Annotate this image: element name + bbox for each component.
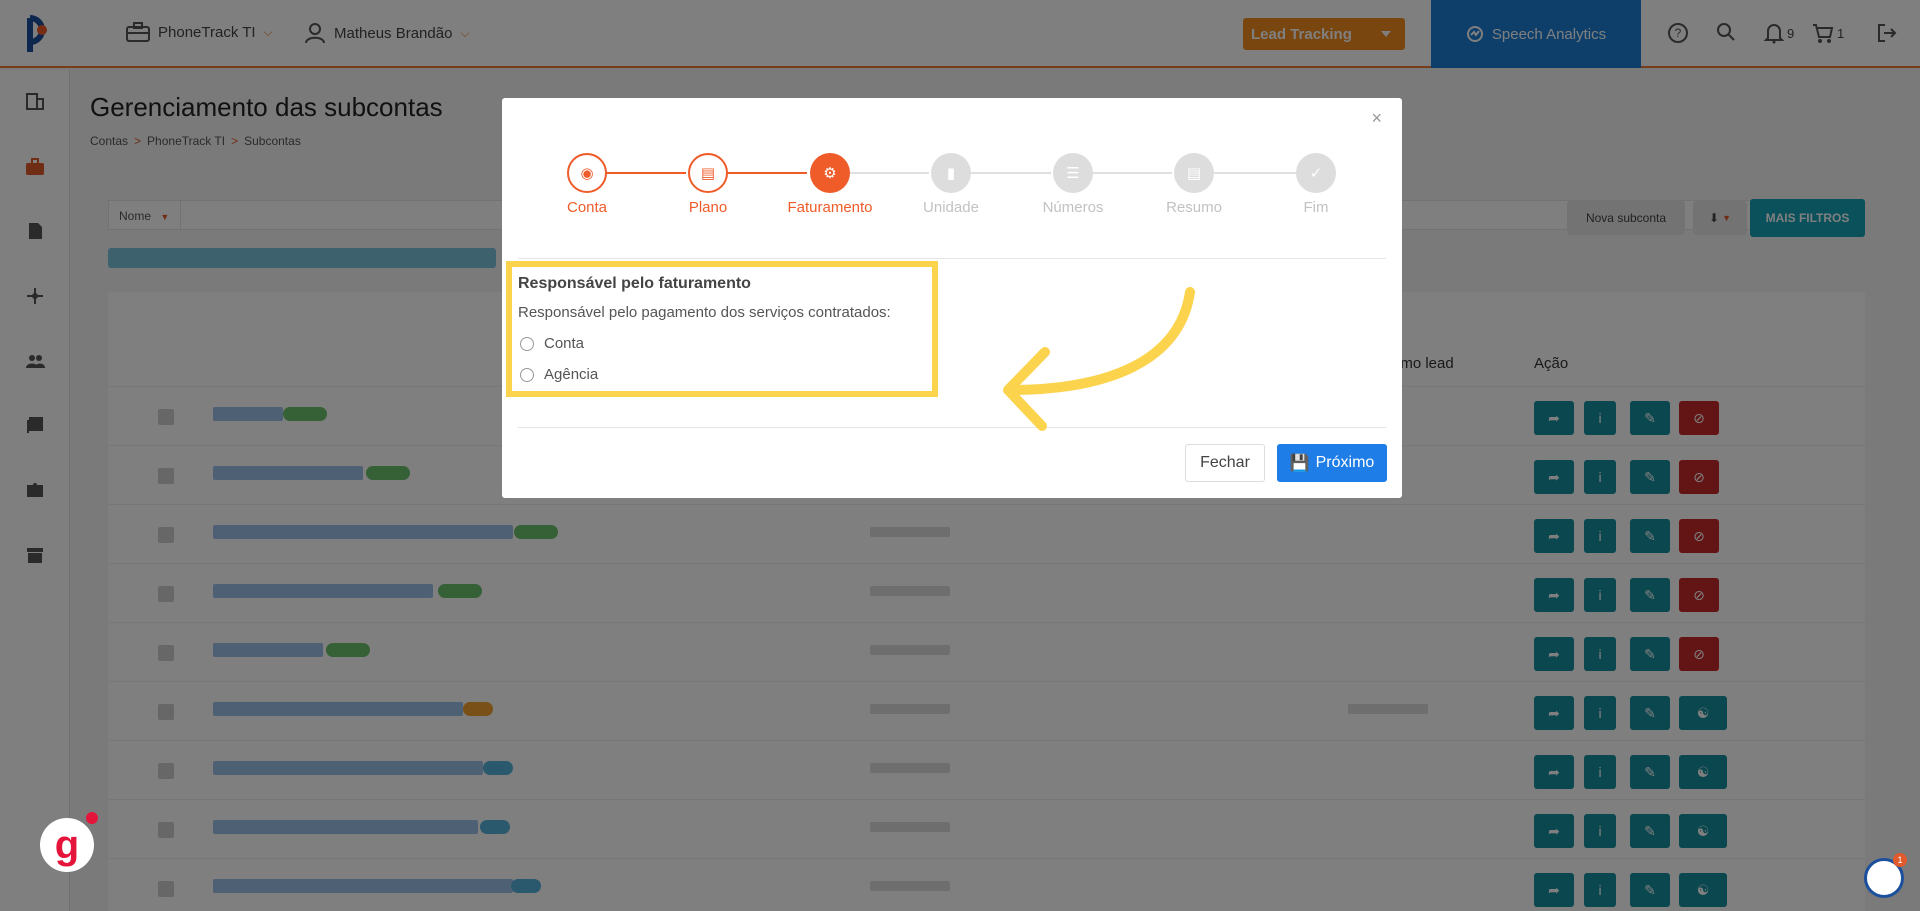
annotation-arrow-icon [1003, 287, 1195, 431]
step-label: Unidade [923, 199, 979, 216]
radio-conta[interactable]: Conta [520, 335, 584, 352]
divider [518, 258, 1386, 259]
building-icon: ▮ [931, 153, 971, 193]
proximo-label: Próximo [1315, 454, 1375, 471]
step-fim: ✓ Fim [1256, 153, 1376, 216]
document-icon: ▤ [1174, 153, 1214, 193]
step-label: Fim [1303, 199, 1329, 216]
section-description: Responsável pelo pagamento dos serviços … [518, 304, 891, 321]
radio-circle[interactable] [520, 367, 534, 382]
save-icon: 💾 [1289, 455, 1310, 472]
radio-label: Conta [544, 335, 585, 352]
step-resumo: ▤ Resumo [1134, 153, 1254, 216]
divider [518, 427, 1386, 428]
g-launcher-icon[interactable]: g [40, 818, 94, 872]
close-icon[interactable]: × [1371, 108, 1382, 129]
step-label: Plano [688, 199, 728, 216]
cart-icon: ▤ [688, 153, 728, 193]
step-conta[interactable]: ◉ Conta [527, 153, 647, 216]
radio-label: Agência [544, 366, 599, 383]
step-plano[interactable]: ▤ Plano [648, 153, 768, 216]
section-title: Responsável pelo faturamento [518, 275, 751, 292]
check-icon: ✓ [1296, 153, 1336, 193]
list-icon: ☰ [1053, 153, 1093, 193]
chat-widget-icon[interactable]: 1 [1864, 853, 1907, 898]
radio-agencia[interactable]: Agência [520, 366, 598, 383]
gears-icon: ⚙ [810, 153, 850, 193]
step-unidade: ▮ Unidade [891, 153, 1011, 216]
step-label: Conta [566, 199, 608, 216]
notification-dot [86, 812, 98, 824]
billing-wizard-modal: × ◉ Conta ▤ Plano ⚙ Faturamento ▮ Unidad… [502, 98, 1402, 498]
step-label: Resumo [1166, 199, 1222, 216]
step-numeros: ☰ Números [1013, 153, 1133, 216]
proximo-button[interactable]: 💾 Próximo [1277, 444, 1387, 482]
briefcase-icon: ◉ [567, 153, 607, 193]
step-label: Números [1042, 199, 1104, 216]
step-faturamento[interactable]: ⚙ Faturamento [770, 153, 890, 216]
chat-count: 1 [1893, 853, 1907, 867]
radio-circle[interactable] [520, 336, 534, 351]
step-label: Faturamento [787, 199, 873, 216]
fechar-button[interactable]: Fechar [1185, 444, 1265, 482]
